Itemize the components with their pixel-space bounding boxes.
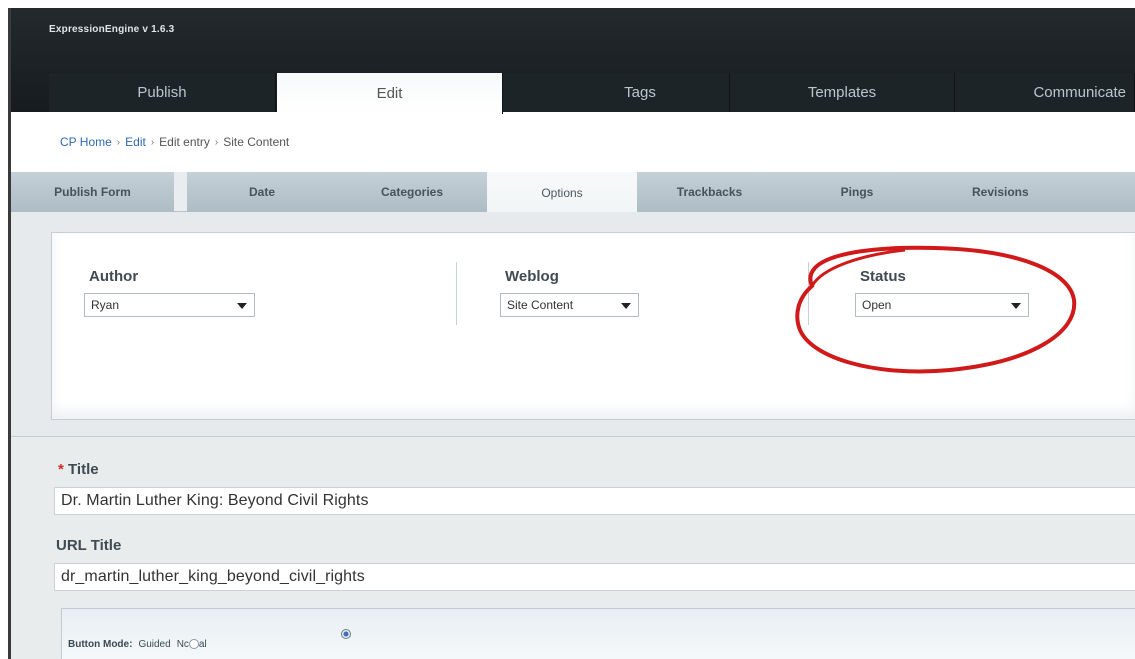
weblog-label: Weblog	[505, 268, 559, 285]
url-title-label: URL Title	[56, 537, 122, 554]
chevron-down-icon	[1011, 303, 1021, 309]
tab-tags[interactable]: Tags	[503, 73, 730, 112]
subtab-label: Publish Form	[54, 185, 131, 199]
tab-edit[interactable]: Edit	[277, 73, 503, 114]
control-panel-window: ExpressionEngine v 1.6.3 Publish Edit Ta…	[0, 0, 1135, 659]
title-label: * Title	[58, 461, 99, 478]
formatting-toolbar	[61, 608, 1135, 659]
tab-label: Communicate	[1033, 84, 1126, 101]
author-label: Author	[89, 268, 139, 285]
subtab-label: Trackbacks	[676, 185, 743, 199]
chevron-down-icon	[621, 303, 631, 309]
options-box	[51, 232, 1135, 420]
author-select-value: Ryan	[91, 298, 120, 312]
tab-trackbacks[interactable]: Trackbacks	[637, 172, 782, 212]
column-divider	[456, 262, 457, 325]
status-select-value: Open	[862, 298, 892, 312]
tab-label: Tags	[624, 84, 656, 101]
chevron-down-icon	[237, 303, 247, 309]
normal-option-label: Nc al	[177, 639, 207, 650]
breadcrumb: CP Home › Edit › Edit entry › Site Conte…	[60, 135, 289, 149]
required-mark: *	[58, 461, 64, 478]
breadcrumb-separator: ›	[214, 136, 219, 148]
breadcrumb-separator: ›	[116, 136, 121, 148]
subtab-label: Pings	[840, 185, 874, 199]
guided-option-label: Guided	[138, 639, 171, 650]
tab-publish-form[interactable]: Publish Form	[11, 172, 174, 212]
weblog-select[interactable]: Site Content	[500, 293, 639, 317]
normal-label-tail: al	[198, 639, 207, 650]
author-select[interactable]: Ryan	[84, 293, 255, 317]
tab-pings[interactable]: Pings	[782, 172, 932, 212]
tab-categories[interactable]: Categories	[337, 172, 487, 212]
normal-label-head: Nc	[176, 639, 189, 650]
breadcrumb-edit[interactable]: Edit	[125, 135, 146, 149]
subtab-label: Revisions	[972, 185, 1029, 199]
status-label: Status	[860, 268, 906, 285]
button-mode-group: Button Mode: Guided Nc al	[68, 639, 207, 650]
status-select[interactable]: Open	[855, 293, 1029, 317]
app-title: ExpressionEngine v 1.6.3	[49, 24, 175, 35]
breadcrumb-separator: ›	[150, 136, 155, 148]
subtab-label: Options	[541, 185, 583, 200]
breadcrumb-cp-home[interactable]: CP Home	[60, 135, 112, 149]
tab-label: Edit	[376, 85, 403, 102]
subtab-label: Date	[248, 185, 275, 199]
tab-label: Publish	[137, 84, 187, 101]
title-label-text: Title	[68, 461, 99, 478]
guided-radio[interactable]	[341, 629, 351, 639]
tab-date[interactable]: Date	[187, 172, 337, 212]
tab-communicate[interactable]: Communicate	[955, 73, 1135, 112]
breadcrumb-current: Site Content	[223, 135, 290, 149]
tab-revisions[interactable]: Revisions	[932, 172, 1135, 212]
weblog-select-value: Site Content	[507, 298, 574, 312]
url-title-input[interactable]: dr_martin_luther_king_beyond_civil_right…	[54, 563, 1135, 591]
button-mode-label: Button Mode:	[68, 639, 133, 650]
tab-options[interactable]: Options	[487, 172, 637, 213]
title-input[interactable]: Dr. Martin Luther King: Beyond Civil Rig…	[54, 487, 1135, 515]
tab-publish[interactable]: Publish	[49, 73, 276, 112]
tab-label: Templates	[807, 84, 877, 101]
column-divider	[808, 262, 809, 325]
breadcrumb-edit-entry: Edit entry	[159, 135, 210, 149]
normal-radio[interactable]	[188, 639, 199, 650]
tab-templates[interactable]: Templates	[730, 73, 955, 112]
subtab-label: Categories	[380, 185, 444, 199]
